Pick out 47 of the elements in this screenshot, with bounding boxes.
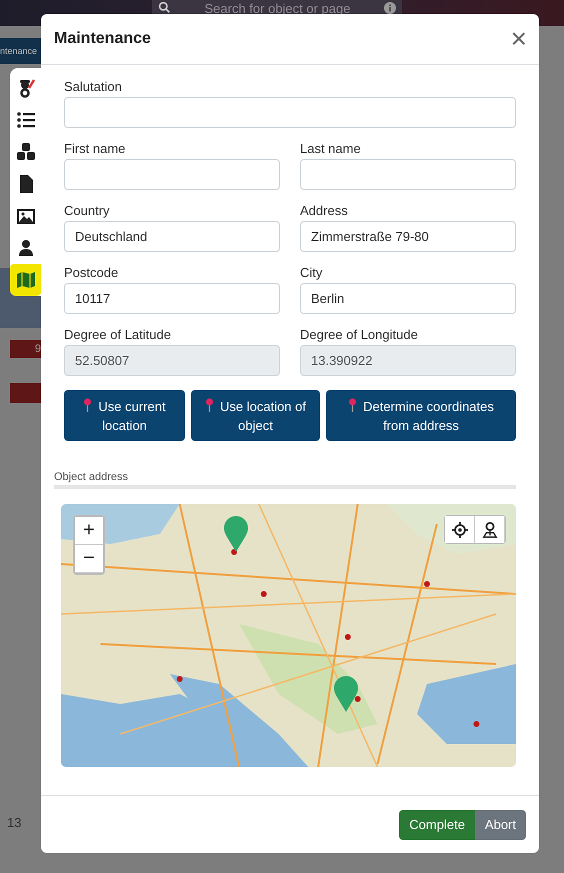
close-button[interactable]: × — [510, 25, 527, 53]
page-tab[interactable]: ntenance — [0, 38, 41, 64]
location-button[interactable]: Use current location — [64, 390, 185, 441]
input-field[interactable] — [64, 97, 516, 128]
cubes-icon — [16, 142, 36, 162]
field-label: Degree of Latitude — [64, 327, 172, 342]
input-field[interactable]: 13.390922 — [300, 345, 516, 376]
person-icon — [16, 238, 36, 258]
pin-icon — [83, 398, 92, 412]
info-icon — [384, 2, 396, 14]
marker-icon[interactable] — [334, 676, 358, 712]
zoom-in-button[interactable]: + — [75, 517, 103, 545]
map-icon — [16, 270, 36, 290]
input-field[interactable]: Deutschland — [64, 221, 280, 252]
location-button[interactable]: Use location of object — [191, 390, 320, 441]
count-badge: 9 — [10, 340, 41, 358]
input-field[interactable]: 10117 — [64, 283, 280, 314]
field-label: Salutation — [64, 79, 123, 94]
field-label: Degree of Longitude — [300, 327, 419, 342]
field-label: Country — [64, 203, 111, 218]
field-label: City — [300, 265, 324, 280]
list-icon — [16, 110, 36, 130]
input-field[interactable]: Zimmerstraße 79-80 — [300, 221, 516, 252]
pin-icon — [348, 398, 358, 412]
input-field[interactable] — [64, 159, 280, 190]
locate-button[interactable] — [445, 516, 475, 543]
input-field[interactable] — [300, 159, 516, 190]
crosshair-icon — [452, 522, 468, 538]
pin-icon — [205, 398, 214, 412]
field-label: Postcode — [64, 265, 120, 280]
field-label: First name — [64, 141, 126, 156]
field-label: Address — [300, 203, 349, 218]
row-number: 13 — [7, 815, 22, 830]
input-field[interactable]: Berlin — [300, 283, 516, 314]
dialog-title: Maintenance — [54, 30, 151, 48]
dialog-button[interactable]: Complete — [399, 810, 475, 840]
input-field[interactable]: 52.50807 — [64, 345, 280, 376]
sidebar-item[interactable] — [10, 264, 42, 296]
field-label: Last name — [300, 141, 362, 156]
search-icon — [158, 1, 171, 14]
status-badge — [10, 383, 41, 403]
location-button[interactable]: Determine coordinates from address — [326, 390, 516, 441]
image-icon — [16, 206, 36, 226]
section-label: Object address — [54, 471, 129, 483]
marker-icon[interactable] — [224, 516, 248, 552]
person-pin-icon — [482, 522, 498, 538]
dialog-button[interactable]: Abort — [474, 810, 526, 840]
